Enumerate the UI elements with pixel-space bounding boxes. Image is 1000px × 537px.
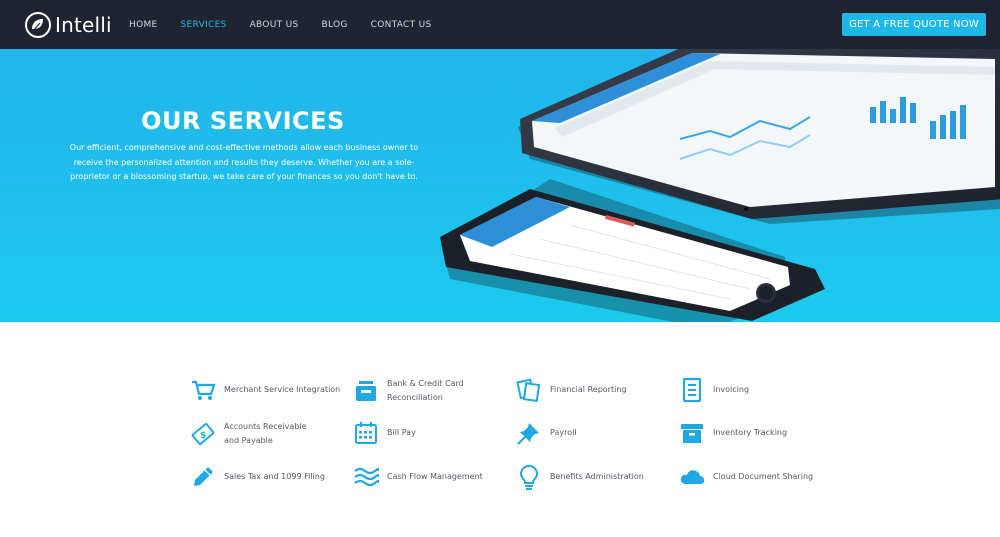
top-navbar: Intelli HOME SERVICES ABOUT US BLOG CONT…: [0, 0, 1000, 49]
page-title: OUR SERVICES: [141, 107, 345, 135]
service-payroll[interactable]: Payroll: [516, 420, 676, 446]
service-bill-pay[interactable]: Bill Pay: [353, 420, 513, 446]
hero-description: Our efficient, comprehensive and cost-ef…: [69, 143, 419, 181]
service-merchant-integration[interactable]: Merchant Service Integration: [190, 377, 350, 403]
brand-logo[interactable]: Intelli: [24, 11, 112, 39]
free-quote-button[interactable]: GET A FREE QUOTE NOW: [842, 13, 986, 36]
shopping-cart-icon: [192, 380, 216, 400]
service-accounts-receivable[interactable]: $ Accounts Receivable and Payable: [190, 420, 350, 448]
documents-icon: [516, 378, 541, 403]
devices-illustration: [440, 49, 1000, 322]
service-financial-reporting[interactable]: Financial Reporting: [516, 377, 676, 403]
nav-about-us[interactable]: ABOUT US: [250, 20, 299, 30]
cloud-icon: [680, 470, 705, 484]
pushpin-icon: [517, 423, 539, 445]
leaf-logo-icon: [25, 12, 51, 38]
service-label: Financial Reporting: [550, 385, 627, 394]
brand-name: Intelli: [55, 13, 112, 37]
nav-contact-us[interactable]: CONTACT US: [371, 20, 432, 30]
service-benefits-administration[interactable]: Benefits Administration: [516, 464, 676, 490]
services-grid: Merchant Service Integration Bank & Cred…: [0, 322, 1000, 537]
service-label: Benefits Administration: [550, 472, 644, 481]
main-nav: HOME SERVICES ABOUT US BLOG CONTACT US: [129, 0, 454, 49]
service-label: Inventory Tracking: [713, 428, 788, 437]
service-label: Payroll: [550, 428, 577, 437]
money-bill-icon: $: [191, 423, 215, 445]
service-bank-reconciliation[interactable]: Bank & Credit Card Reconciliation: [353, 377, 513, 405]
service-label: Sales Tax and 1099 Filing: [224, 472, 325, 481]
service-label: Cash Flow Management: [387, 472, 483, 481]
pencil-icon: [194, 467, 213, 486]
service-cash-flow[interactable]: Cash Flow Management: [353, 464, 513, 490]
service-sales-tax[interactable]: Sales Tax and 1099 Filing: [190, 464, 350, 490]
service-label: Accounts Receivable and Payable: [224, 422, 307, 445]
service-invoicing[interactable]: Invoicing: [679, 377, 839, 403]
service-inventory-tracking[interactable]: Inventory Tracking: [679, 420, 839, 446]
service-label: Cloud Document Sharing: [713, 472, 814, 481]
inbox-tray-icon: [356, 381, 376, 401]
nav-home[interactable]: HOME: [129, 20, 158, 30]
service-label: Merchant Service Integration: [224, 385, 341, 394]
calendar-icon: [355, 422, 377, 444]
service-label: Bank & Credit Card Reconciliation: [387, 379, 464, 402]
service-label: Invoicing: [713, 385, 750, 394]
hero-banner: OUR SERVICES Our efficient, comprehensiv…: [0, 49, 1000, 322]
lightbulb-icon: [519, 464, 539, 490]
archive-box-icon: [681, 424, 703, 443]
waves-icon: [354, 467, 379, 487]
nav-blog[interactable]: BLOG: [321, 20, 347, 30]
nav-services[interactable]: SERVICES: [181, 20, 227, 30]
svg-text:$: $: [200, 431, 206, 441]
service-cloud-document-sharing[interactable]: Cloud Document Sharing: [679, 464, 839, 490]
service-label: Bill Pay: [387, 428, 416, 437]
invoice-icon: [682, 377, 702, 403]
